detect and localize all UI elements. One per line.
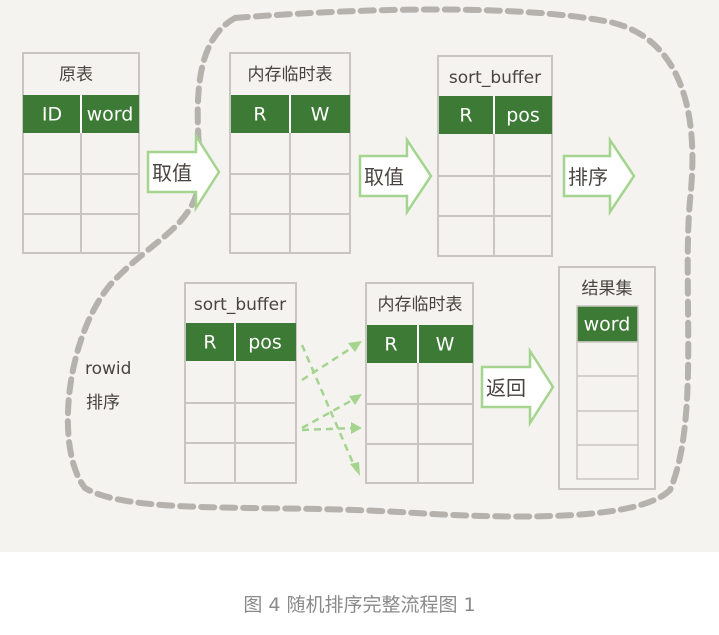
flow-diagram: 原表 ID word 取值 内存临时表 R W 取值 sort_buffer R…	[22, 6, 696, 520]
column-header-id: ID	[42, 104, 62, 126]
arrow-fetch-1: 取值	[146, 131, 221, 213]
sort-buffer-top: sort_buffer R pos	[437, 55, 553, 257]
column-header-r: R	[253, 104, 266, 126]
table-temp-top-title: 内存临时表	[248, 65, 333, 85]
table-original: 原表 ID word	[22, 52, 140, 254]
sort-buffer-bottom-title: sort_buffer	[194, 295, 286, 315]
rowid-sort-label: rowid 排序	[85, 359, 131, 413]
column-header-w: W	[311, 104, 330, 126]
sort-buffer-bottom: sort_buffer R pos	[184, 282, 297, 484]
column-header-pos: pos	[248, 332, 282, 354]
column-header-pos: pos	[506, 105, 540, 127]
arrow-fetch-2-label: 取值	[364, 165, 404, 189]
arrow-return-label: 返回	[486, 376, 526, 400]
figure-caption: 图 4 随机排序完整流程图 1	[243, 594, 476, 616]
arrow-fetch-2: 取值	[358, 135, 433, 217]
table-temp-bottom-title: 内存临时表	[378, 295, 463, 315]
arrow-sort: 排序	[562, 135, 636, 217]
result-set: 结果集 word	[558, 266, 656, 490]
arrow-return: 返回	[480, 346, 555, 428]
table-original-title: 原表	[59, 65, 93, 85]
arrow-sort-label: 排序	[568, 165, 608, 189]
lookup-arrows	[300, 343, 358, 471]
sort-buffer-top-title: sort_buffer	[449, 68, 541, 88]
table-temp-bottom: 内存临时表 R W	[365, 282, 474, 484]
column-header-r: R	[203, 332, 216, 354]
side-label-line1: rowid	[85, 359, 131, 379]
table-temp-top: 内存临时表 R W	[229, 52, 351, 254]
column-header-word: word	[584, 314, 631, 336]
side-label-line2: 排序	[86, 393, 120, 413]
column-header-word: word	[87, 104, 134, 126]
diagram-canvas: 原表 ID word 取值 内存临时表 R W 取值 sort_buffer R…	[0, 0, 719, 552]
column-header-r: R	[459, 105, 472, 127]
result-set-title: 结果集	[582, 279, 633, 299]
column-header-w: W	[436, 334, 455, 356]
arrow-fetch-1-label: 取值	[152, 161, 192, 185]
column-header-r: R	[384, 334, 397, 356]
